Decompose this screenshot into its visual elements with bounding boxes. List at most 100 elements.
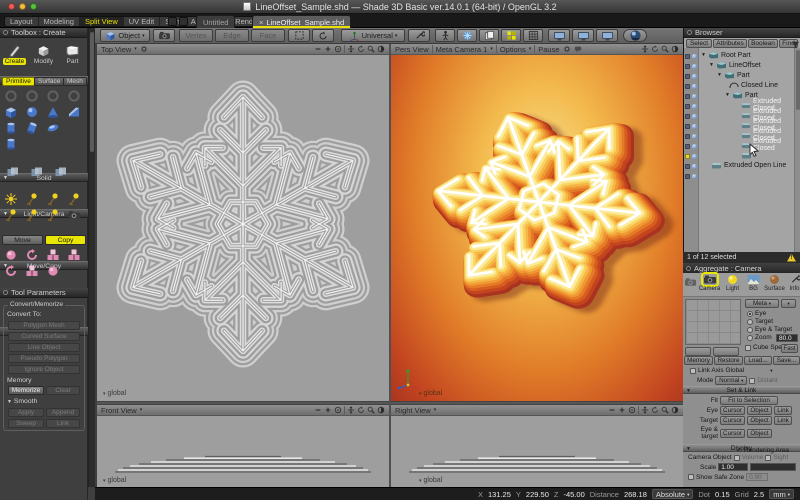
sight-checkbox[interactable] bbox=[765, 455, 771, 461]
subtract-icon[interactable] bbox=[30, 166, 44, 178]
extrude-icon[interactable] bbox=[46, 89, 60, 103]
copy-scale-icon[interactable] bbox=[46, 248, 60, 262]
tube-primitive-icon[interactable] bbox=[4, 137, 18, 151]
doc-tab-untitled[interactable]: Untitled bbox=[196, 15, 235, 28]
clear-button[interactable]: Clear bbox=[46, 386, 80, 395]
cone-primitive-icon[interactable] bbox=[46, 105, 60, 119]
subtab-primitive[interactable]: Primitive bbox=[2, 77, 35, 86]
chat-bubble-icon[interactable] bbox=[574, 45, 582, 53]
workspace-menu-icon[interactable] bbox=[168, 17, 177, 26]
sphere-primitive-icon[interactable] bbox=[25, 105, 39, 119]
browser-scrollbar[interactable] bbox=[794, 48, 800, 252]
universal-manipulator-dropdown[interactable]: Universal▾ bbox=[341, 29, 405, 42]
meta-dropdown[interactable]: Meta ▾ bbox=[745, 299, 779, 308]
convert-pseudo-polygon-button[interactable]: Pseudo Polygon bbox=[8, 354, 80, 363]
face-mode-button[interactable]: Face bbox=[251, 29, 285, 42]
toolbox-tab-part[interactable]: Part bbox=[59, 39, 86, 65]
browser-header[interactable]: Browser bbox=[684, 28, 800, 38]
convert-line-object-button[interactable]: Line Object bbox=[8, 343, 80, 352]
radio-eye-target[interactable]: Eye & Target bbox=[747, 326, 792, 333]
convert-polygon-mesh-button[interactable]: Polygon Mesh bbox=[8, 321, 80, 330]
rotate-view-icon[interactable] bbox=[651, 406, 659, 414]
safe-zone-row[interactable]: Show Safe Zone 0.90 bbox=[688, 473, 768, 481]
preview-mode-button[interactable] bbox=[685, 347, 711, 356]
zoom-tool-icon[interactable] bbox=[661, 406, 669, 414]
coordinate-mode-dropdown[interactable]: Absolute▾ bbox=[652, 489, 693, 499]
scrollbar-thumb[interactable] bbox=[90, 32, 94, 152]
close-window-icon[interactable] bbox=[8, 3, 15, 10]
meta-extra-dropdown[interactable]: ▾ bbox=[781, 299, 796, 308]
row-toggle[interactable] bbox=[684, 111, 698, 121]
row-toggle[interactable] bbox=[684, 121, 698, 131]
warning-icon[interactable]: ! bbox=[787, 254, 796, 262]
top-view-title[interactable]: Top View bbox=[101, 45, 131, 54]
panel-disclosure-icon[interactable] bbox=[687, 30, 692, 35]
zoom-out-icon[interactable] bbox=[314, 406, 322, 414]
zoom-window-icon[interactable] bbox=[30, 3, 37, 10]
fit-view-icon[interactable] bbox=[334, 45, 342, 53]
zoom-out-icon[interactable] bbox=[314, 45, 322, 53]
tree-row-extruded-open-line[interactable]: Extruded Open Line bbox=[711, 160, 786, 170]
smooth-append-button[interactable]: Append bbox=[46, 408, 80, 417]
pan-icon[interactable] bbox=[641, 406, 649, 414]
browser-tab-attributes[interactable]: Attributes bbox=[713, 39, 747, 48]
copy-button[interactable]: Copy bbox=[45, 235, 86, 245]
globe-tool-button[interactable] bbox=[457, 29, 477, 42]
preview-view-button[interactable] bbox=[596, 29, 618, 42]
pers-view-global-selector[interactable]: ▾ global bbox=[419, 390, 442, 397]
camera-tool-button[interactable] bbox=[153, 29, 175, 42]
eye-target-object-button[interactable]: Object bbox=[747, 429, 772, 438]
box-primitive-icon[interactable] bbox=[4, 105, 18, 119]
move-button[interactable]: Move bbox=[2, 235, 43, 245]
eye-cursor-button[interactable]: Cursor bbox=[720, 406, 745, 415]
row-toggle[interactable] bbox=[684, 61, 698, 71]
distant-checkbox[interactable] bbox=[749, 378, 755, 384]
orbit-icon[interactable] bbox=[377, 45, 385, 53]
smooth-apply-button[interactable]: Apply bbox=[8, 408, 44, 417]
row-toggle[interactable] bbox=[684, 81, 698, 91]
smooth-sweep-button[interactable]: Sweep bbox=[8, 419, 44, 428]
area-light-icon[interactable] bbox=[4, 208, 18, 222]
panel-disclosure-icon[interactable] bbox=[686, 266, 691, 271]
pan-icon[interactable] bbox=[347, 45, 355, 53]
toolbox-header[interactable]: Toolbox : Create bbox=[0, 28, 87, 38]
point-light-icon[interactable] bbox=[4, 192, 18, 206]
row-toggle[interactable] bbox=[684, 131, 698, 141]
front-viewport[interactable]: ▾ global bbox=[97, 416, 389, 487]
quad-view-button[interactable] bbox=[572, 29, 594, 42]
memorize-button[interactable]: Memorize bbox=[8, 386, 44, 395]
wrench-tool-button[interactable] bbox=[408, 29, 430, 42]
camera-preview[interactable] bbox=[685, 299, 741, 345]
row-toggle[interactable] bbox=[684, 161, 698, 171]
toolbox-scrollbar[interactable] bbox=[88, 28, 95, 487]
aggregate-tab-camera[interactable]: Camera bbox=[699, 274, 720, 295]
cylinder-primitive-icon[interactable] bbox=[4, 121, 18, 135]
section-set-link[interactable]: ▼Set & Link bbox=[683, 386, 800, 394]
gear-icon[interactable] bbox=[140, 45, 148, 53]
volume-checkbox[interactable] bbox=[734, 455, 740, 461]
tree-row-part[interactable]: ▼ Part bbox=[717, 70, 750, 80]
tree-row-lineoffset-part[interactable]: ▼ LineOffset bbox=[709, 60, 761, 70]
duplicate-tool-button[interactable] bbox=[479, 29, 499, 42]
tab-uv-edit[interactable]: UV Edit bbox=[124, 17, 160, 26]
mode-dropdown[interactable]: Normal ▾ bbox=[715, 376, 747, 385]
rotate-sweep-icon[interactable] bbox=[25, 89, 39, 103]
options-dropdown[interactable]: Options bbox=[500, 45, 526, 54]
intersect-icon[interactable] bbox=[54, 166, 68, 178]
copy-mirror-icon[interactable] bbox=[67, 248, 81, 262]
copy-array-icon[interactable] bbox=[4, 264, 18, 278]
radio-target[interactable]: Target bbox=[747, 318, 773, 325]
eye-target-cursor-button[interactable]: Cursor bbox=[720, 429, 745, 438]
aggregate-tab-info[interactable]: Info bbox=[784, 274, 800, 295]
zoom-tool-icon[interactable] bbox=[367, 45, 375, 53]
zoom-out-icon[interactable] bbox=[608, 406, 616, 414]
zoom-in-icon[interactable] bbox=[324, 45, 332, 53]
smooth-label[interactable]: ▼ Smooth bbox=[7, 398, 37, 405]
union-icon[interactable] bbox=[6, 166, 20, 178]
wedge-primitive-icon[interactable] bbox=[67, 105, 81, 119]
copy-shear-icon[interactable] bbox=[25, 264, 39, 278]
oblique-cylinder-icon[interactable] bbox=[23, 119, 41, 137]
top-viewport[interactable]: ▾ global bbox=[97, 55, 389, 401]
link-axis-row[interactable]: Link Axis Global▾ bbox=[690, 367, 773, 374]
rendering-area-row[interactable]: ✓ Rendering Area bbox=[736, 446, 789, 454]
